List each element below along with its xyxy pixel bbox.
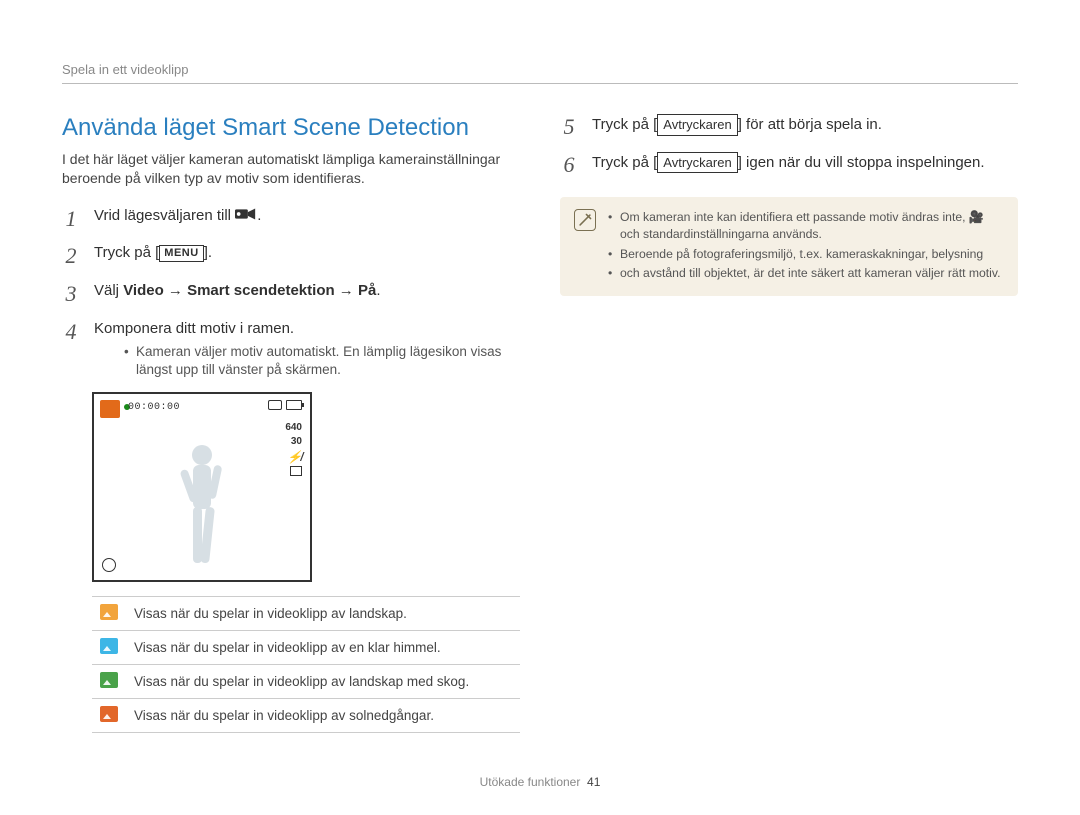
camera-preview: 00:00:00 640 30 ⚡̸ bbox=[92, 392, 312, 582]
sky-icon bbox=[100, 638, 118, 654]
step-number: 5 bbox=[560, 112, 578, 142]
table-row: Visas när du spelar in videoklipp av en … bbox=[92, 630, 520, 664]
table-row: Visas när du spelar in videoklipp av sol… bbox=[92, 698, 520, 732]
step-body: Komponera ditt motiv i ramen. Kameran vä… bbox=[94, 319, 520, 380]
sunset-icon bbox=[100, 706, 118, 722]
scene-icon-cell bbox=[92, 630, 126, 664]
scene-icon-cell bbox=[92, 698, 126, 732]
scene-description: Visas när du spelar in videoklipp av lan… bbox=[126, 596, 520, 630]
step-body: Välj Video → Smart scendetektion → På. bbox=[94, 281, 520, 309]
divider bbox=[62, 83, 1018, 84]
step-text-post: . bbox=[376, 282, 380, 299]
step-text-post: ]. bbox=[204, 244, 212, 261]
footer-label: Utökade funktioner bbox=[480, 775, 581, 789]
step-number: 3 bbox=[62, 279, 80, 309]
resolution-label: 640 bbox=[285, 422, 302, 433]
step-text-pre: Välj bbox=[94, 282, 123, 299]
frame-icon bbox=[290, 466, 302, 476]
page-footer: Utökade funktioner 41 bbox=[0, 775, 1080, 789]
right-column: 5 Tryck på [Avtryckaren] för att börja s… bbox=[560, 114, 1018, 733]
step-bold: Video → Smart scendetektion → På bbox=[123, 282, 376, 299]
shutter-label: Avtryckaren bbox=[657, 152, 737, 174]
note-item: Beroende på fotograferingsmiljö, t.ex. k… bbox=[608, 246, 1004, 263]
section-title: Använda läget Smart Scene Detection bbox=[62, 114, 520, 142]
scene-description: Visas när du spelar in videoklipp av lan… bbox=[126, 664, 520, 698]
note-icon bbox=[574, 209, 596, 231]
storage-icon bbox=[268, 400, 282, 410]
person-silhouette bbox=[167, 439, 237, 574]
content-columns: Använda läget Smart Scene Detection I de… bbox=[62, 114, 1018, 733]
step-body: Tryck på [Avtryckaren] igen när du vill … bbox=[592, 152, 1018, 180]
step-bullet-list: Kameran väljer motiv automatiskt. En läm… bbox=[94, 343, 520, 379]
scene-icon-cell bbox=[92, 596, 126, 630]
step-text: Komponera ditt motiv i ramen. bbox=[94, 320, 294, 337]
step-3: 3 Välj Video → Smart scendetektion → På. bbox=[62, 281, 520, 309]
step-number: 2 bbox=[62, 241, 80, 271]
landscape-icon bbox=[100, 604, 118, 620]
step-body: Vrid lägesväljaren till . bbox=[94, 206, 520, 234]
step-body: Tryck på [Avtryckaren] för att börja spe… bbox=[592, 114, 1018, 142]
note-list: Om kameran inte kan identifiera ett pass… bbox=[608, 209, 1004, 283]
stabilizer-icon bbox=[102, 558, 116, 572]
flash-off-icon: ⚡̸ bbox=[287, 450, 302, 464]
step-text-post: ] igen när du vill stoppa inspelningen. bbox=[738, 154, 985, 171]
note-text: Om kameran inte kan identifiera ett pass… bbox=[620, 210, 984, 241]
step-number: 1 bbox=[62, 204, 80, 234]
note-box: Om kameran inte kan identifiera ett pass… bbox=[560, 197, 1018, 295]
mode-dial-video-icon bbox=[235, 207, 257, 221]
note-item: och avstånd till objektet, är det inte s… bbox=[608, 265, 1004, 282]
intro-text: I det här läget väljer kameran automatis… bbox=[62, 150, 520, 188]
table-row: Visas när du spelar in videoklipp av lan… bbox=[92, 596, 520, 630]
step-number: 6 bbox=[560, 150, 578, 180]
scene-description: Visas när du spelar in videoklipp av en … bbox=[126, 630, 520, 664]
battery-icon bbox=[286, 400, 302, 410]
fps-label: 30 bbox=[291, 436, 302, 447]
step-text-pre: Tryck på [ bbox=[592, 154, 657, 171]
step-number: 4 bbox=[62, 317, 80, 380]
shutter-label: Avtryckaren bbox=[657, 114, 737, 136]
table-row: Visas när du spelar in videoklipp av lan… bbox=[92, 664, 520, 698]
forest-icon bbox=[100, 672, 118, 688]
step-text-pre: Tryck på [ bbox=[592, 116, 657, 133]
scene-icon-cell bbox=[92, 664, 126, 698]
breadcrumb: Spela in ett videoklipp bbox=[62, 62, 1018, 77]
step-text-pre: Tryck på [ bbox=[94, 244, 159, 261]
step-1: 1 Vrid lägesväljaren till . bbox=[62, 206, 520, 234]
step-5: 5 Tryck på [Avtryckaren] för att börja s… bbox=[560, 114, 1018, 142]
step-text-post: ] för att börja spela in. bbox=[738, 116, 882, 133]
scene-description: Visas när du spelar in videoklipp av sol… bbox=[126, 698, 520, 732]
step-6: 6 Tryck på [Avtryckaren] igen när du vil… bbox=[560, 152, 1018, 180]
note-item: Om kameran inte kan identifiera ett pass… bbox=[608, 209, 1004, 243]
step-body: Tryck på [MENU]. bbox=[94, 243, 520, 271]
smart-mode-icon bbox=[100, 400, 120, 418]
step-text: Vrid lägesväljaren till bbox=[94, 207, 235, 224]
record-timer: 00:00:00 bbox=[128, 402, 180, 413]
menu-button-label: MENU bbox=[159, 245, 203, 262]
left-column: Använda läget Smart Scene Detection I de… bbox=[62, 114, 520, 733]
step-bullet: Kameran väljer motiv automatiskt. En läm… bbox=[124, 343, 520, 379]
page-number: 41 bbox=[587, 775, 600, 789]
scene-icon-table: Visas när du spelar in videoklipp av lan… bbox=[92, 596, 520, 733]
step-4: 4 Komponera ditt motiv i ramen. Kameran … bbox=[62, 319, 520, 380]
step-2: 2 Tryck på [MENU]. bbox=[62, 243, 520, 271]
manual-page: Spela in ett videoklipp Använda läget Sm… bbox=[0, 0, 1080, 815]
